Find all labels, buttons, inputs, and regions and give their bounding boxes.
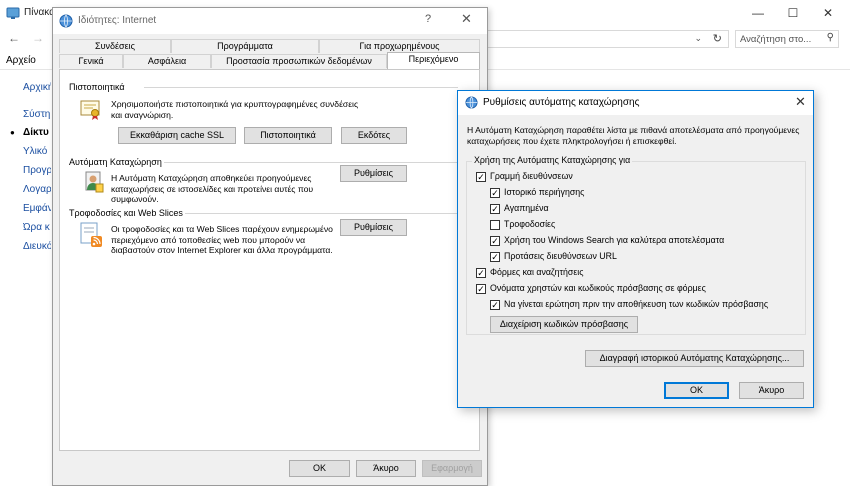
feeds-group-title: Τροφοδοσίες και Web Slices — [69, 208, 183, 218]
autocomplete-user-icon — [84, 170, 104, 196]
internet-options-icon — [465, 96, 478, 109]
checkbox[interactable]: ✓ — [490, 252, 500, 262]
autocomplete-description: Η Αυτόματη Καταχώρηση αποθηκεύει προηγού… — [111, 173, 314, 204]
menu-file[interactable]: Αρχείο — [6, 55, 36, 66]
option-label: Γραμμή διευθύνσεων — [490, 171, 573, 181]
sidebar-item-network[interactable]: Δίκτυ — [23, 127, 51, 138]
ac-group-title: Χρήση της Αυτόματης Καταχώρησης για — [472, 155, 633, 165]
tab-security[interactable]: Ασφάλεια — [123, 54, 211, 68]
ac-ok-button[interactable]: OK — [664, 382, 729, 399]
search-input[interactable]: Αναζήτηση στο... ⚲ — [735, 30, 839, 48]
sidebar-item-clock[interactable]: Ώρα κ — [23, 222, 51, 233]
tab-programs[interactable]: Προγράμματα — [171, 39, 319, 53]
option-label: Χρήση του Windows Search για καλύτερα απ… — [504, 235, 725, 245]
checkbox[interactable]: ✓ — [490, 188, 500, 198]
control-panel-icon — [6, 6, 20, 20]
certificates-button[interactable]: Πιστοποιητικά — [244, 127, 332, 144]
checkbox[interactable]: ✓ — [490, 300, 500, 310]
back-arrow-icon[interactable]: ← — [8, 31, 20, 45]
certificates-group-title: Πιστοποιητικά — [69, 82, 125, 92]
close-icon[interactable]: ✕ — [815, 4, 841, 22]
group-divider — [144, 87, 458, 88]
chevron-down-icon[interactable]: ⌄ — [694, 33, 702, 44]
checkbox[interactable]: ✓ — [476, 268, 486, 278]
maximize-icon[interactable]: ☐ — [780, 4, 806, 22]
feeds-icon — [80, 222, 104, 250]
address-bar[interactable]: ⌄ ↻ — [487, 30, 729, 48]
tab-advanced[interactable]: Για προχωρημένους — [319, 39, 480, 53]
checkbox[interactable]: ✓ — [476, 284, 486, 294]
content-tab-panel: Πιστοποιητικά Χρησιμοποιήστε πιστοποιητι… — [59, 69, 480, 451]
delete-autocomplete-history-button[interactable]: Διαγραφή ιστορικού Αυτόματης Καταχώρησης… — [585, 350, 804, 367]
ac-title: Ρυθμίσεις αυτόματης καταχώρησης — [483, 97, 640, 108]
internet-options-icon — [59, 14, 73, 28]
ac-cancel-button[interactable]: Άκυρο — [739, 382, 804, 399]
active-bullet-icon: ● — [10, 128, 15, 137]
option-label: Ιστορικό περιήγησης — [504, 187, 585, 197]
tab-connections[interactable]: Συνδέσεις — [59, 39, 171, 53]
checkbox[interactable] — [490, 220, 500, 230]
tab-content[interactable]: Περιεχόμενο — [387, 52, 480, 69]
apply-button[interactable]: Εφαρμογή — [422, 460, 482, 477]
search-icon[interactable]: ⚲ — [827, 32, 834, 43]
forward-arrow-icon[interactable]: → — [32, 31, 44, 45]
ac-description: Η Αυτόματη Καταχώρηση παραθέτει λίστα με… — [467, 125, 800, 146]
feeds-description: Οι τροφοδοσίες και τα Web Slices παρέχου… — [111, 224, 333, 255]
help-icon[interactable]: ? — [425, 13, 431, 25]
clear-ssl-cache-button[interactable]: Εκκαθάριση cache SSL — [118, 127, 236, 144]
autocomplete-settings-dialog: Ρυθμίσεις αυτόματης καταχώρησης ✕ Η Αυτό… — [457, 90, 814, 408]
group-divider — [185, 213, 458, 214]
props-title: Ιδιότητες: Internet — [78, 15, 157, 26]
autocomplete-group-title: Αυτόματη Καταχώρηση — [69, 157, 162, 167]
tab-privacy[interactable]: Προστασία προσωπικών δεδομένων — [211, 54, 387, 68]
internet-properties-dialog: Ιδιότητες: Internet ? ✕ Συνδέσεις Προγρά… — [52, 7, 488, 486]
group-divider — [164, 162, 458, 163]
certificates-description: Χρησιμοποιήστε πιστοποιητικά για κρυπτογ… — [111, 99, 359, 120]
ac-options-group: Χρήση της Αυτόματης Καταχώρησης για ✓ Γρ… — [466, 155, 806, 335]
checkbox[interactable]: ✓ — [490, 204, 500, 214]
sidebar-item-hardware[interactable]: Υλικό — [23, 146, 51, 157]
ok-button[interactable]: OK — [289, 460, 350, 477]
close-icon[interactable]: ✕ — [795, 94, 806, 110]
sidebar-item-accounts[interactable]: Λογαρ — [23, 184, 51, 195]
option-label: Τροφοδοσίες — [504, 219, 556, 229]
autocomplete-settings-button[interactable]: Ρυθμίσεις — [340, 165, 407, 182]
option-label: Ονόματα χρηστών και κωδικούς πρόσβασης σ… — [490, 283, 706, 293]
checkbox[interactable]: ✓ — [476, 172, 486, 182]
publishers-button[interactable]: Εκδότες — [341, 127, 407, 144]
option-label: Να γίνεται ερώτηση πριν την αποθήκευση τ… — [504, 299, 769, 309]
close-icon[interactable]: ✕ — [461, 11, 472, 27]
tab-general[interactable]: Γενικά — [59, 54, 123, 68]
option-label: Αγαπημένα — [504, 203, 549, 213]
certificate-icon — [80, 98, 102, 122]
option-label: Φόρμες και αναζητήσεις — [490, 267, 584, 277]
search-placeholder: Αναζήτηση στο... — [740, 34, 812, 45]
ac-titlebar: Ρυθμίσεις αυτόματης καταχώρησης ✕ — [458, 91, 813, 115]
cancel-button[interactable]: Άκυρο — [356, 460, 416, 477]
option-label: Προτάσεις διευθύνσεων URL — [504, 251, 617, 261]
sidebar-item-programs[interactable]: Προγρ — [23, 165, 51, 176]
sidebar-item-ease[interactable]: Διευκό — [23, 241, 51, 252]
feeds-settings-button[interactable]: Ρυθμίσεις — [340, 219, 407, 236]
sidebar-item-system[interactable]: Σύστη — [23, 109, 51, 120]
props-titlebar: Ιδιότητες: Internet ? ✕ — [53, 8, 487, 34]
sidebar-item-home[interactable]: Αρχική — [23, 82, 51, 93]
manage-passwords-button[interactable]: Διαχείριση κωδικών πρόσβασης — [490, 316, 638, 333]
control-panel-title: Πίνακα — [24, 7, 55, 18]
sidebar-item-appearance[interactable]: Εμφάν — [23, 203, 51, 214]
refresh-icon[interactable]: ↻ — [713, 32, 722, 45]
minimize-icon[interactable]: — — [745, 4, 771, 22]
checkbox[interactable]: ✓ — [490, 236, 500, 246]
